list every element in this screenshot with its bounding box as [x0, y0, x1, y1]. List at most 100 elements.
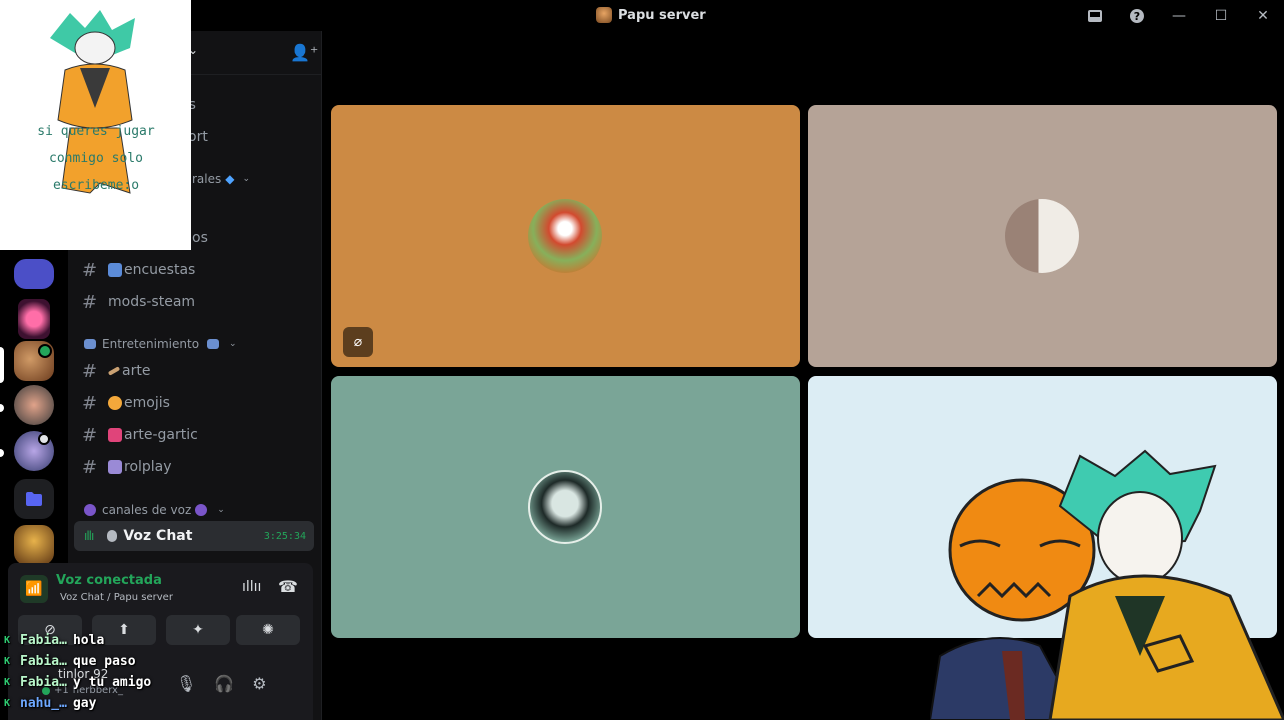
participant-tile-1[interactable]: ⌀	[331, 105, 800, 367]
brush-icon	[107, 366, 121, 376]
art-caption: si queres jugar conmigo solo escribeme:o	[14, 118, 178, 199]
purple-orb-icon	[195, 504, 208, 516]
chat-line: K Fabia… que paso	[4, 651, 244, 672]
participant-tile-3[interactable]	[331, 376, 800, 638]
signal-icon[interactable]: 📶	[20, 575, 48, 603]
channel-partial-3[interactable]: os	[192, 225, 208, 251]
stream-chat-overlay: K Fabia… hola K Fabia… que paso K Fabia… y tu …	[4, 630, 244, 714]
voice-location[interactable]: Voz Chat / Papu server	[60, 592, 173, 603]
voice-channel-label: Voz Chat	[123, 528, 193, 544]
chevron-down-icon: ⌄	[217, 505, 225, 515]
muted-mic-icon: ⌀	[343, 327, 373, 357]
server-icon-7[interactable]	[14, 525, 54, 565]
category-label: Entretenimiento	[102, 337, 200, 351]
chevron-down-icon: ⌄	[229, 339, 237, 349]
channel-rolplay[interactable]: # rolplay	[82, 454, 172, 480]
server-icon-1[interactable]	[14, 259, 54, 289]
category-voice[interactable]: canales de voz ⌄	[84, 503, 225, 517]
characters-overlay-icon	[930, 449, 1284, 720]
server-icon-4[interactable]	[14, 385, 54, 425]
tv-icon	[84, 339, 96, 349]
cat-face-icon	[108, 396, 122, 410]
category-entretenimiento[interactable]: Entretenimiento ⌄	[84, 337, 237, 351]
chat-bullet-icon: K	[4, 656, 11, 667]
selected-server-pill	[0, 347, 4, 383]
add-member-icon[interactable]: 👤⁺	[290, 43, 318, 62]
chat-line: K Fabia… y tu amigo	[4, 672, 244, 693]
category-partial[interactable]: rales ◆ ⌄	[192, 172, 250, 186]
channel-arte[interactable]: # arte	[82, 358, 150, 384]
art-caption-line: conmigo solo	[49, 151, 143, 166]
channel-label: mods-steam	[108, 294, 196, 310]
maximize-icon[interactable]: ☐	[1200, 0, 1242, 31]
chat-nick: Fabia…	[20, 633, 67, 648]
window-title-text: Papu server	[618, 7, 706, 23]
chat-message: y tu amigo	[72, 675, 152, 690]
hash-icon: #	[82, 456, 98, 478]
hash-icon: #	[82, 360, 98, 382]
channel-mods-steam[interactable]: # mods-steam	[82, 289, 195, 315]
channel-label: os	[192, 230, 208, 246]
help-icon[interactable]: ?	[1116, 0, 1158, 31]
chat-nick: nahu_…	[20, 696, 67, 711]
hash-icon: #	[82, 259, 98, 281]
status-badge	[38, 433, 50, 445]
art-caption-line: si queres jugar	[37, 124, 155, 139]
chart-icon	[108, 263, 122, 277]
avatar	[528, 470, 602, 544]
channel-emojis[interactable]: # emojis	[82, 390, 170, 416]
unread-pill	[0, 404, 4, 412]
chat-bullet-icon: K	[4, 698, 11, 709]
channel-encuestas[interactable]: # encuestas	[82, 257, 195, 283]
unread-pill	[0, 449, 4, 457]
avatar	[1005, 199, 1079, 273]
avatar	[528, 199, 602, 273]
svg-text:?: ?	[1134, 10, 1140, 23]
window-title: Papu server	[596, 7, 706, 23]
chat-message: hola	[72, 633, 105, 648]
title-bar-controls: ? — ☐ ✕	[1074, 0, 1284, 31]
voice-channel-voz-chat[interactable]: ıllı Voz Chat 3:25:34	[74, 521, 314, 551]
stream-art-overlay: si queres jugar conmigo solo escribeme:o	[0, 0, 191, 250]
close-icon[interactable]: ✕	[1242, 0, 1284, 31]
gamepad-icon	[108, 428, 122, 442]
hash-icon: #	[82, 291, 98, 313]
chat-message: gay	[72, 696, 97, 711]
hash-icon: #	[82, 392, 98, 414]
category-label: rales	[192, 172, 222, 186]
chat-nick: Fabia…	[20, 654, 67, 669]
minimize-icon[interactable]: —	[1158, 0, 1200, 31]
voice-status[interactable]: Voz conectada	[56, 573, 162, 588]
voice-activity-icon: ıllı	[84, 529, 94, 543]
channel-arte-gartic[interactable]: # arte-gartic	[82, 422, 198, 448]
diamond-icon: ◆	[225, 172, 235, 186]
soundboard-button[interactable]: ✺	[236, 615, 300, 645]
channel-label: rolplay	[124, 459, 172, 475]
microphone-icon	[107, 530, 118, 542]
channel-label: arte-gartic	[124, 427, 198, 443]
channel-label: encuestas	[124, 262, 196, 278]
chat-line: Knahu_… gay	[4, 693, 244, 714]
settings-gear-icon[interactable]: ⚙	[252, 674, 266, 693]
channel-label: arte	[122, 363, 151, 379]
inbox-icon[interactable]	[1074, 0, 1116, 31]
folder-icon[interactable]	[14, 479, 54, 519]
chat-bullet-icon: K	[4, 635, 11, 646]
tv-icon	[207, 339, 220, 349]
voice-timer: 3:25:34	[263, 530, 306, 542]
speaker-icon	[38, 344, 52, 358]
participant-tile-2[interactable]	[808, 105, 1277, 367]
chat-nick: Fabia…	[20, 675, 67, 690]
disconnect-icon[interactable]: ☎	[278, 577, 298, 596]
channel-label: emojis	[124, 395, 170, 411]
noise-suppression-icon[interactable]: ıllıı	[242, 579, 261, 595]
server-icon	[596, 7, 612, 23]
chat-line: K Fabia… hola	[4, 630, 244, 651]
art-caption-line: escribeme:o	[52, 178, 140, 193]
server-icon-2[interactable]	[18, 299, 50, 339]
hash-icon: #	[82, 424, 98, 446]
chat-message: que paso	[72, 654, 136, 669]
chevron-down-icon: ⌄	[242, 174, 251, 184]
chat-bullet-icon: K	[4, 677, 11, 688]
title-bar: Papu server ? — ☐ ✕	[0, 0, 1284, 31]
